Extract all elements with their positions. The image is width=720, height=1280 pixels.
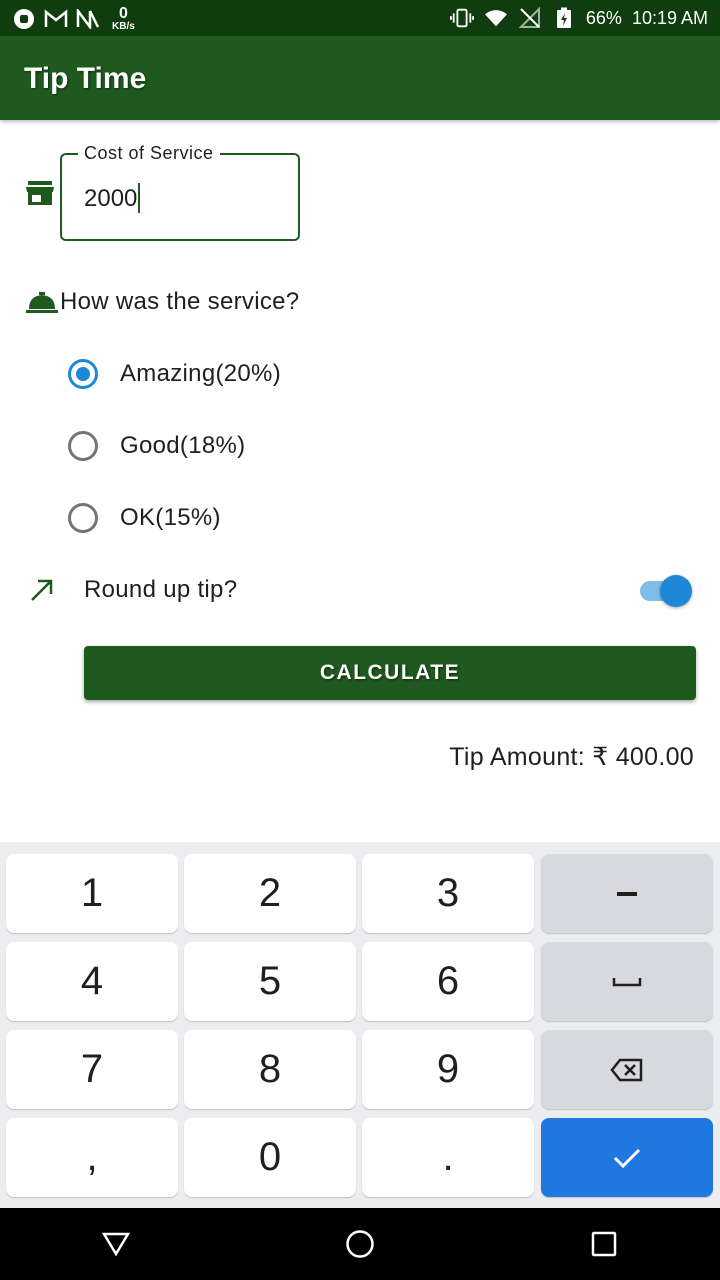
key-1[interactable]: 1 [6,854,178,933]
option-ok-label: OK(15%) [120,504,221,531]
radio-good[interactable] [68,431,98,461]
app-title: Tip Time [24,62,147,95]
room-service-icon [26,290,58,314]
home-circle-icon [346,1230,374,1258]
back-button[interactable] [100,1228,132,1260]
recents-button[interactable] [588,1228,620,1260]
minus-key[interactable] [541,854,713,933]
status-bar: 0 KB/s 66% 10:19 AM [0,0,720,36]
space-key[interactable] [541,942,713,1021]
cost-of-service-label: Cost of Service [78,143,220,164]
key-9[interactable]: 9 [362,1030,534,1109]
cost-of-service-value: 2000 [84,185,138,212]
check-icon [613,1148,641,1168]
key-7[interactable]: 7 [6,1030,178,1109]
calculate-button[interactable]: CALCULATE [84,646,696,700]
radio-amazing[interactable] [68,359,98,389]
cost-of-service-input[interactable]: 2000 [84,182,141,213]
home-button[interactable] [344,1228,376,1260]
key-4[interactable]: 4 [6,942,178,1021]
network-speed: 0 KB/s [112,6,135,32]
option-ok[interactable]: OK(15%) [68,498,468,538]
clock: 10:19 AM [631,7,708,28]
radio-ok[interactable] [68,503,98,533]
backspace-key[interactable] [541,1030,713,1109]
store-icon [26,181,54,205]
network-speed-value: 0 [118,5,128,22]
app-notification-icon [12,7,36,31]
navigation-bar [0,1208,720,1280]
n-notification-icon [76,7,100,31]
minus-icon [617,891,637,896]
key-3[interactable]: 3 [362,854,534,933]
switch-thumb [660,575,692,607]
no-signal-icon [518,6,542,30]
round-up-switch[interactable] [640,575,692,607]
vibrate-icon [449,6,474,30]
option-amazing[interactable]: Amazing(20%) [68,354,468,394]
option-amazing-label: Amazing(20%) [120,360,281,387]
gmail-icon [44,7,68,31]
service-question: How was the service? [60,288,300,315]
key-5[interactable]: 5 [184,942,356,1021]
trending-up-icon [28,576,56,604]
app-bar: Tip Time [0,36,720,120]
key-8[interactable]: 8 [184,1030,356,1109]
option-good[interactable]: Good(18%) [68,426,468,466]
option-good-label: Good(18%) [120,432,246,459]
cost-of-service-field[interactable]: Cost of Service 2000 [60,143,300,241]
key-2[interactable]: 2 [184,854,356,933]
numeric-keyboard: 1 2 3 4 5 6 7 8 9 , 0 . [0,842,720,1208]
status-right: 66% 10:19 AM [449,6,708,30]
backspace-icon [610,1058,643,1081]
done-key[interactable] [541,1118,713,1197]
round-up-label: Round up tip? [84,576,238,603]
status-left: 0 KB/s [12,6,135,32]
battery-charging-icon [552,6,576,30]
recents-square-icon [591,1231,617,1257]
back-triangle-icon [101,1232,131,1257]
wifi-icon [484,6,508,30]
calculate-button-label: CALCULATE [319,661,461,684]
tip-amount: Tip Amount: ₹ 400.00 [449,743,694,771]
network-speed-unit: KB/s [112,21,135,32]
key-6[interactable]: 6 [362,942,534,1021]
battery-level: 66% [585,7,622,28]
space-icon [612,977,642,986]
key-period[interactable]: . [362,1118,534,1197]
key-0[interactable]: 0 [184,1118,356,1197]
key-comma[interactable]: , [6,1118,178,1197]
text-cursor [138,182,141,213]
